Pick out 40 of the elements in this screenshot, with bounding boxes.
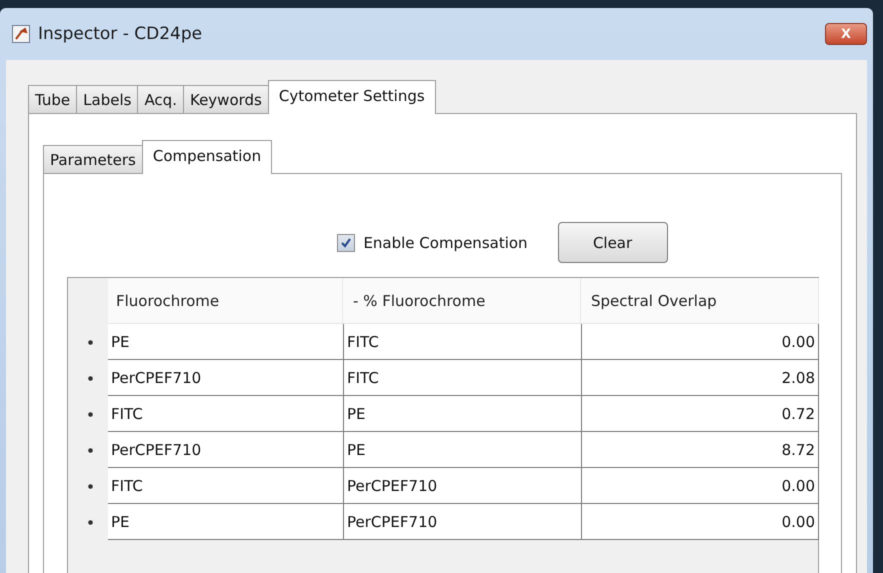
tab[interactable]: Parameters: [43, 145, 143, 174]
row-marker-icon: [88, 448, 93, 452]
checkbox[interactable]: [337, 234, 356, 252]
window-title: Inspector - CD24pe: [38, 24, 204, 44]
table-cell: FITC: [108, 468, 343, 504]
table-cell: PerCPEF710: [108, 360, 343, 396]
tab[interactable]: Acq.: [137, 85, 184, 114]
app-icon: [12, 25, 30, 43]
table-cell: 0.00: [581, 468, 819, 504]
checkmark-icon: [340, 236, 352, 248]
tab[interactable]: Keywords: [182, 85, 269, 114]
row-marker-icon: [88, 340, 93, 344]
row-marker-icon: [88, 412, 93, 416]
table-cell: PerCPEF710: [108, 432, 343, 468]
table-cell: FITC: [343, 324, 581, 360]
tab[interactable]: Labels: [76, 85, 138, 114]
table-cell: 0.72: [581, 396, 819, 432]
table-cell: 2.08: [581, 360, 819, 396]
table-cell: FITC: [343, 360, 581, 396]
row-marker-icon: [88, 484, 93, 488]
row-marker-icon: [88, 376, 93, 380]
table-cell: 8.72: [581, 432, 819, 468]
clear-button[interactable]: Clear: [558, 222, 668, 263]
table-cell: PE: [343, 396, 581, 432]
tab[interactable]: Compensation: [142, 140, 272, 174]
column-header[interactable]: Fluorochrome: [108, 278, 343, 324]
table-cell: PE: [108, 324, 343, 360]
table-cell: FITC: [108, 396, 343, 432]
table-cell: PerCPEF710: [343, 468, 581, 504]
table-cell: 0.00: [581, 504, 819, 540]
row-marker-icon: [88, 520, 93, 524]
table-cell: PerCPEF710: [343, 504, 581, 540]
table-cell: PE: [343, 432, 581, 468]
column-header[interactable]: Spectral Overlap: [581, 278, 819, 324]
column-header[interactable]: - % Fluorochrome: [343, 278, 581, 324]
tab[interactable]: Tube: [28, 85, 78, 114]
checkbox-label: Enable Compensation: [363, 234, 528, 252]
table-cell: 0.00: [581, 324, 819, 360]
table-cell: PE: [108, 504, 343, 540]
tab[interactable]: Cytometer Settings: [268, 80, 436, 114]
